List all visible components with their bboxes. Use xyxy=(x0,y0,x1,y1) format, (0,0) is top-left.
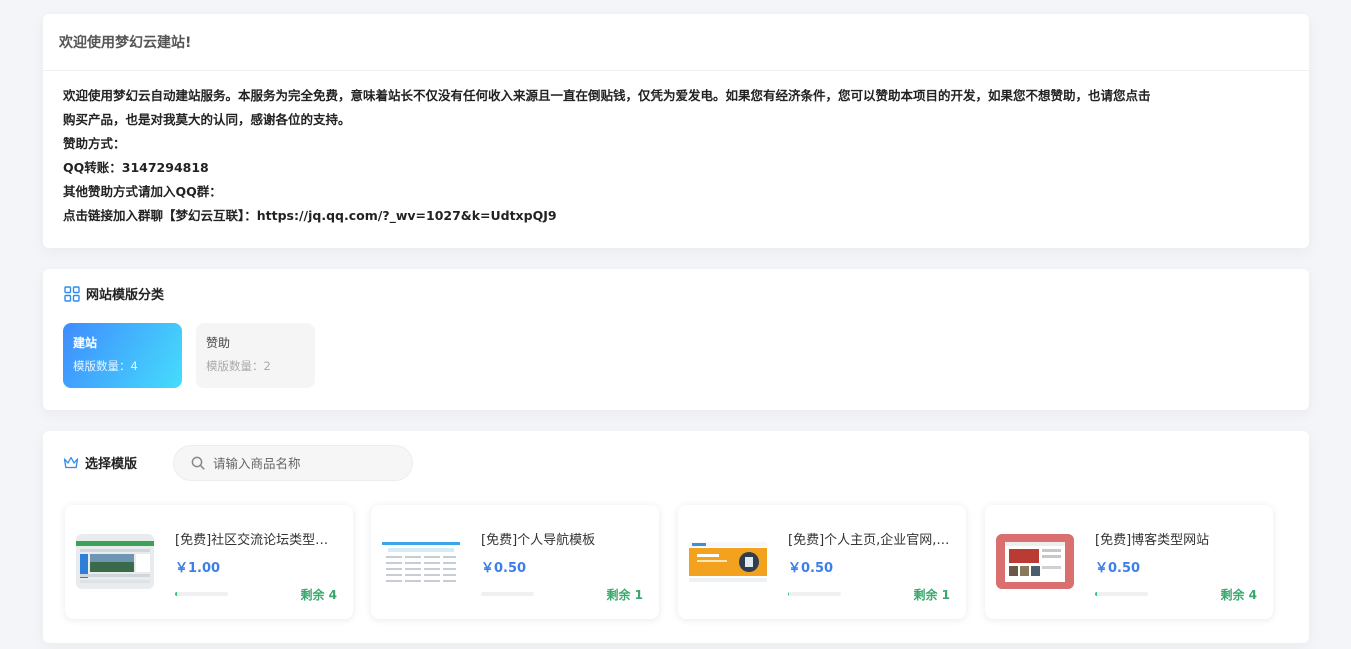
stock-progress-bar xyxy=(1095,592,1148,596)
category-title-text: 网站模版分类 xyxy=(86,288,165,303)
notice-line-3: 赞助方式： xyxy=(63,136,126,151)
blog-thumbnail xyxy=(996,534,1074,589)
template-item[interactable]: [免费]博客类型网站 ￥0.50 剩余 4 xyxy=(985,505,1273,619)
notice-line-6[interactable]: 点击链接加入群聊【梦幻云互联】：https://jq.qq.com/?_wv=1… xyxy=(63,204,1289,228)
search-input[interactable] xyxy=(213,455,403,471)
category-section-title: 网站模版分类 xyxy=(64,284,164,303)
notice-line-1-rest: 本服务为完全免费，意味着站长不仅没有任何收入来源且一直在倒贴钱，仅凭为爱发电。如… xyxy=(238,88,1151,103)
notice-line-5: 其他赞助方式请加入QQ群： xyxy=(63,184,222,199)
search-icon xyxy=(191,456,205,470)
category-card: 网站模版分类 建站 模版数量：4 赞助 模版数量：2 xyxy=(43,269,1309,410)
category-count: 模版数量：2 xyxy=(206,359,271,373)
stock-progress-bar xyxy=(481,592,534,596)
homepage-thumbnail xyxy=(689,534,767,589)
category-count: 模版数量：4 xyxy=(73,359,138,373)
template-stock: 剩余 1 xyxy=(606,588,643,602)
template-price: ￥0.50 xyxy=(481,561,527,576)
template-name: [免费]博客类型网站 xyxy=(1095,533,1210,548)
template-name: [免费]个人主页,企业官网,工作室 xyxy=(788,533,950,548)
template-title-text: 选择模版 xyxy=(85,457,138,472)
template-item[interactable]: [免费]个人导航模板 ￥0.50 剩余 1 xyxy=(371,505,659,619)
template-stock: 剩余 4 xyxy=(300,588,337,602)
template-card: 选择模版 [免费]社区交流论坛类型网站 ￥1.00 剩余 4 xyxy=(43,431,1309,643)
crown-icon xyxy=(63,456,79,468)
stock-progress-fill xyxy=(1095,592,1097,596)
template-price: ￥0.50 xyxy=(788,561,834,576)
notice-card: 欢迎使用梦幻云建站! 欢迎使用梦幻云自动建站服务。本服务为完全免费，意味着站长不… xyxy=(43,14,1309,248)
template-name: [免费]个人导航模板 xyxy=(481,533,596,548)
notice-line-4: QQ转账：3147294818 xyxy=(63,160,209,175)
category-name: 建站 xyxy=(73,336,98,350)
template-price: ￥1.00 xyxy=(175,561,221,576)
stock-progress-bar xyxy=(788,592,841,596)
template-stock: 剩余 1 xyxy=(913,588,950,602)
template-section-title: 选择模版 xyxy=(63,453,137,472)
grid-icon xyxy=(64,285,80,302)
category-name: 赞助 xyxy=(206,336,231,350)
notice-body: 欢迎使用梦幻云自动建站服务。本服务为完全免费，意味着站长不仅没有任何收入来源且一… xyxy=(43,71,1309,228)
navigation-thumbnail xyxy=(382,534,460,589)
notice-lead: 欢迎使用梦幻云自动建站服务。 xyxy=(63,88,239,103)
stock-progress-fill xyxy=(175,592,177,596)
stock-progress-fill xyxy=(788,592,790,596)
category-item-zanzhu[interactable]: 赞助 模版数量：2 xyxy=(196,323,315,388)
notice-title: 欢迎使用梦幻云建站! xyxy=(43,14,1309,71)
notice-line-1: 欢迎使用梦幻云自动建站服务。本服务为完全免费，意味着站长不仅没有任何收入来源且一… xyxy=(63,84,1289,108)
template-price: ￥0.50 xyxy=(1095,561,1141,576)
stock-progress-bar xyxy=(175,592,228,596)
forum-thumbnail xyxy=(76,534,154,589)
template-item[interactable]: [免费]个人主页,企业官网,工作室 ￥0.50 剩余 1 xyxy=(678,505,966,619)
notice-line-2: 购买产品，也是对我莫大的认同，感谢各位的支持。 xyxy=(63,112,351,127)
template-item[interactable]: [免费]社区交流论坛类型网站 ￥1.00 剩余 4 xyxy=(65,505,353,619)
search-box xyxy=(173,445,413,481)
template-stock: 剩余 4 xyxy=(1220,588,1257,602)
template-name: [免费]社区交流论坛类型网站 xyxy=(175,533,337,548)
category-item-jianzhan[interactable]: 建站 模版数量：4 xyxy=(63,323,182,388)
